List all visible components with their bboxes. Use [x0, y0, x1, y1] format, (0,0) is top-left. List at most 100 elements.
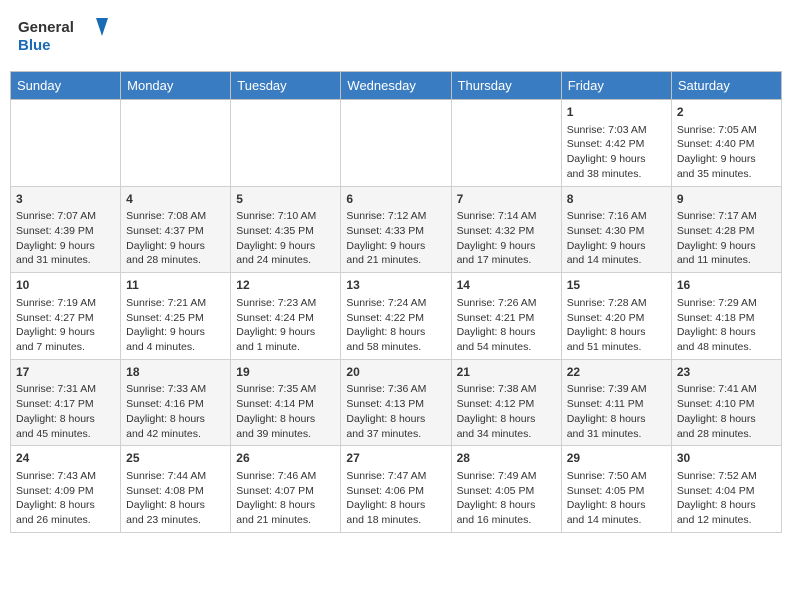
day-info: Daylight: 8 hours and 48 minutes. [677, 325, 776, 354]
day-info: Sunset: 4:35 PM [236, 224, 335, 239]
day-number: 22 [567, 364, 666, 381]
calendar-cell: 1Sunrise: 7:03 AMSunset: 4:42 PMDaylight… [561, 100, 671, 187]
calendar-cell: 2Sunrise: 7:05 AMSunset: 4:40 PMDaylight… [671, 100, 781, 187]
calendar-cell: 12Sunrise: 7:23 AMSunset: 4:24 PMDayligh… [231, 273, 341, 360]
day-info: Sunset: 4:04 PM [677, 484, 776, 499]
calendar-cell: 19Sunrise: 7:35 AMSunset: 4:14 PMDayligh… [231, 359, 341, 446]
svg-text:Blue: Blue [18, 37, 51, 54]
day-info: Sunset: 4:28 PM [677, 224, 776, 239]
day-info: Sunrise: 7:16 AM [567, 209, 666, 224]
calendar-cell: 28Sunrise: 7:49 AMSunset: 4:05 PMDayligh… [451, 446, 561, 533]
day-number: 25 [126, 450, 225, 467]
day-info: Sunrise: 7:50 AM [567, 469, 666, 484]
day-info: Sunset: 4:17 PM [16, 397, 115, 412]
svg-text:General: General [18, 19, 74, 36]
day-number: 1 [567, 104, 666, 121]
day-info: Sunrise: 7:07 AM [16, 209, 115, 224]
day-info: Daylight: 9 hours and 24 minutes. [236, 239, 335, 268]
day-info: Daylight: 8 hours and 26 minutes. [16, 498, 115, 527]
day-info: Sunrise: 7:08 AM [126, 209, 225, 224]
weekday-header-friday: Friday [561, 72, 671, 100]
weekday-header-monday: Monday [121, 72, 231, 100]
day-number: 30 [677, 450, 776, 467]
day-info: Sunrise: 7:10 AM [236, 209, 335, 224]
day-number: 26 [236, 450, 335, 467]
calendar-cell: 24Sunrise: 7:43 AMSunset: 4:09 PMDayligh… [11, 446, 121, 533]
calendar-cell: 16Sunrise: 7:29 AMSunset: 4:18 PMDayligh… [671, 273, 781, 360]
day-info: Daylight: 8 hours and 42 minutes. [126, 412, 225, 441]
day-info: Sunrise: 7:31 AM [16, 382, 115, 397]
calendar-cell: 25Sunrise: 7:44 AMSunset: 4:08 PMDayligh… [121, 446, 231, 533]
day-info: Daylight: 8 hours and 58 minutes. [346, 325, 445, 354]
day-info: Sunrise: 7:39 AM [567, 382, 666, 397]
day-info: Sunrise: 7:36 AM [346, 382, 445, 397]
day-info: Sunset: 4:18 PM [677, 311, 776, 326]
day-info: Sunset: 4:16 PM [126, 397, 225, 412]
day-info: Daylight: 9 hours and 1 minute. [236, 325, 335, 354]
day-number: 18 [126, 364, 225, 381]
calendar-cell: 30Sunrise: 7:52 AMSunset: 4:04 PMDayligh… [671, 446, 781, 533]
day-number: 10 [16, 277, 115, 294]
day-info: Sunrise: 7:38 AM [457, 382, 556, 397]
day-info: Sunset: 4:05 PM [457, 484, 556, 499]
calendar-cell: 10Sunrise: 7:19 AMSunset: 4:27 PMDayligh… [11, 273, 121, 360]
weekday-header-thursday: Thursday [451, 72, 561, 100]
day-info: Sunset: 4:30 PM [567, 224, 666, 239]
calendar-week-5: 24Sunrise: 7:43 AMSunset: 4:09 PMDayligh… [11, 446, 782, 533]
day-info: Sunset: 4:08 PM [126, 484, 225, 499]
calendar-cell: 22Sunrise: 7:39 AMSunset: 4:11 PMDayligh… [561, 359, 671, 446]
calendar-cell: 8Sunrise: 7:16 AMSunset: 4:30 PMDaylight… [561, 186, 671, 273]
day-number: 23 [677, 364, 776, 381]
calendar-week-3: 10Sunrise: 7:19 AMSunset: 4:27 PMDayligh… [11, 273, 782, 360]
day-info: Sunrise: 7:47 AM [346, 469, 445, 484]
day-info: Sunrise: 7:24 AM [346, 296, 445, 311]
day-info: Daylight: 8 hours and 45 minutes. [16, 412, 115, 441]
day-number: 8 [567, 191, 666, 208]
day-info: Sunset: 4:33 PM [346, 224, 445, 239]
calendar-cell [451, 100, 561, 187]
day-info: Sunset: 4:07 PM [236, 484, 335, 499]
day-info: Sunset: 4:32 PM [457, 224, 556, 239]
day-info: Sunrise: 7:05 AM [677, 123, 776, 138]
calendar-cell: 13Sunrise: 7:24 AMSunset: 4:22 PMDayligh… [341, 273, 451, 360]
calendar-cell: 21Sunrise: 7:38 AMSunset: 4:12 PMDayligh… [451, 359, 561, 446]
calendar-cell: 29Sunrise: 7:50 AMSunset: 4:05 PMDayligh… [561, 446, 671, 533]
day-info: Sunset: 4:40 PM [677, 137, 776, 152]
day-info: Daylight: 8 hours and 51 minutes. [567, 325, 666, 354]
day-info: Sunrise: 7:46 AM [236, 469, 335, 484]
day-info: Sunrise: 7:21 AM [126, 296, 225, 311]
day-info: Sunset: 4:25 PM [126, 311, 225, 326]
day-info: Daylight: 8 hours and 21 minutes. [236, 498, 335, 527]
calendar-cell [231, 100, 341, 187]
day-number: 20 [346, 364, 445, 381]
calendar-cell [121, 100, 231, 187]
day-info: Daylight: 9 hours and 31 minutes. [16, 239, 115, 268]
day-info: Sunset: 4:21 PM [457, 311, 556, 326]
day-number: 3 [16, 191, 115, 208]
day-info: Daylight: 9 hours and 35 minutes. [677, 152, 776, 181]
day-info: Sunrise: 7:52 AM [677, 469, 776, 484]
logo-svg: General Blue [18, 14, 108, 59]
weekday-header-tuesday: Tuesday [231, 72, 341, 100]
day-info: Sunset: 4:20 PM [567, 311, 666, 326]
day-info: Daylight: 9 hours and 11 minutes. [677, 239, 776, 268]
calendar-cell: 23Sunrise: 7:41 AMSunset: 4:10 PMDayligh… [671, 359, 781, 446]
day-number: 6 [346, 191, 445, 208]
calendar-header-row: SundayMondayTuesdayWednesdayThursdayFrid… [11, 72, 782, 100]
day-info: Sunrise: 7:33 AM [126, 382, 225, 397]
day-info: Daylight: 9 hours and 7 minutes. [16, 325, 115, 354]
calendar-cell: 6Sunrise: 7:12 AMSunset: 4:33 PMDaylight… [341, 186, 451, 273]
page-header: General Blue [10, 10, 782, 63]
day-info: Daylight: 8 hours and 28 minutes. [677, 412, 776, 441]
day-number: 14 [457, 277, 556, 294]
calendar-cell [341, 100, 451, 187]
calendar-week-4: 17Sunrise: 7:31 AMSunset: 4:17 PMDayligh… [11, 359, 782, 446]
day-number: 15 [567, 277, 666, 294]
day-info: Daylight: 8 hours and 34 minutes. [457, 412, 556, 441]
day-info: Sunset: 4:11 PM [567, 397, 666, 412]
calendar-week-1: 1Sunrise: 7:03 AMSunset: 4:42 PMDaylight… [11, 100, 782, 187]
calendar-cell: 18Sunrise: 7:33 AMSunset: 4:16 PMDayligh… [121, 359, 231, 446]
calendar-cell: 4Sunrise: 7:08 AMSunset: 4:37 PMDaylight… [121, 186, 231, 273]
day-info: Daylight: 9 hours and 14 minutes. [567, 239, 666, 268]
calendar-cell: 14Sunrise: 7:26 AMSunset: 4:21 PMDayligh… [451, 273, 561, 360]
